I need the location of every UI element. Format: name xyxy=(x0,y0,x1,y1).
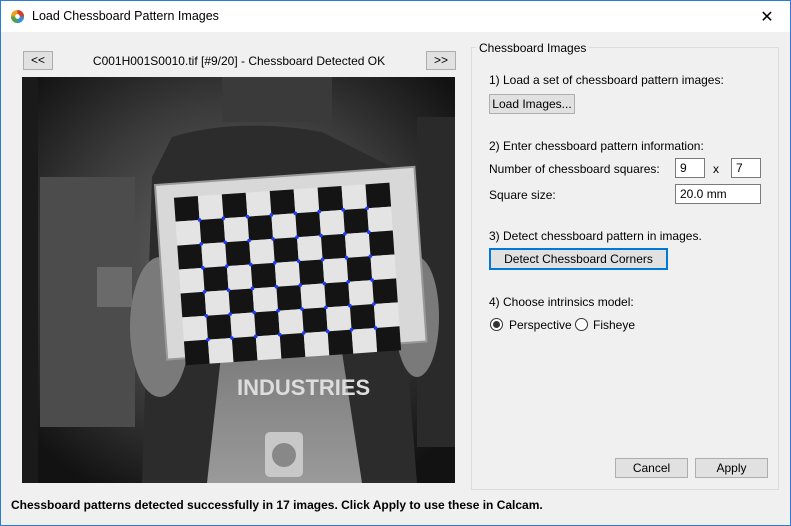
image-view[interactable]: INDUSTRIES xyxy=(22,77,455,483)
chessboard-square xyxy=(221,192,248,219)
chessboard-square xyxy=(344,232,371,258)
chessboard-square xyxy=(322,257,349,284)
chessboard-square xyxy=(375,326,402,352)
chessboard-square xyxy=(177,243,203,270)
image-caption: C001H001S0010.tif [#9/20] - Chessboard D… xyxy=(92,54,386,68)
chessboard-square xyxy=(341,184,368,210)
chessboard-square xyxy=(273,237,299,263)
chessboard-square xyxy=(254,310,280,337)
chessboard-square xyxy=(368,230,395,257)
chessboard-square xyxy=(247,214,274,241)
svg-text:INDUSTRIES: INDUSTRIES xyxy=(237,375,370,400)
cancel-button[interactable]: Cancel xyxy=(615,458,688,478)
chessboard-square xyxy=(207,338,234,364)
chessboard-square xyxy=(173,196,200,222)
chessboard-square xyxy=(269,189,296,215)
chessboard-square xyxy=(346,256,373,282)
window-title: Load Chessboard Pattern Images xyxy=(32,9,219,23)
chessboard-square xyxy=(183,339,210,366)
chessboard-square xyxy=(293,187,320,214)
chessboard-square xyxy=(303,331,330,357)
chessboard-square xyxy=(231,336,258,362)
chessboard-square xyxy=(197,194,224,220)
close-icon: ✕ xyxy=(760,8,774,26)
chessboard-square xyxy=(245,191,272,217)
load-images-button[interactable]: Load Images... xyxy=(489,94,575,114)
square-size-field[interactable]: 20.0 mm xyxy=(675,184,761,204)
chessboard-square xyxy=(327,329,354,356)
status-message: Chessboard patterns detected successfull… xyxy=(11,498,543,512)
perspective-label[interactable]: Perspective xyxy=(509,318,572,332)
chessboard-square xyxy=(372,278,398,305)
chessboard-square xyxy=(317,185,344,212)
previous-image-button[interactable]: << xyxy=(23,51,53,70)
chessboard-square xyxy=(249,238,275,265)
squares-x-field[interactable]: 9 xyxy=(675,158,705,178)
square-size-label: Square size: xyxy=(489,188,556,202)
chessboard-square xyxy=(373,302,400,328)
chessboard-square xyxy=(302,307,328,333)
chessboard-square xyxy=(370,254,397,281)
chessboard-square xyxy=(226,264,253,291)
perspective-radio[interactable] xyxy=(490,318,503,331)
detect-corners-button[interactable]: Detect Chessboard Corners xyxy=(489,248,668,270)
apply-button[interactable]: Apply xyxy=(695,458,768,478)
dialog-window: Load Chessboard Pattern Images ✕ << C001… xyxy=(0,0,791,526)
chessboard-image: INDUSTRIES xyxy=(22,77,455,483)
chessboard-square xyxy=(182,315,208,342)
chessboard-square xyxy=(319,209,345,236)
chessboard-square xyxy=(320,233,347,260)
chessboard-square xyxy=(324,281,350,308)
close-button[interactable]: ✕ xyxy=(744,1,790,32)
chessboard-square xyxy=(204,290,231,316)
chessboard-square xyxy=(206,314,232,340)
chessboard-square xyxy=(279,332,306,359)
chessboard-square xyxy=(295,211,321,238)
chessboard-square xyxy=(325,305,352,332)
chessboard-square xyxy=(351,327,378,354)
fisheye-label[interactable]: Fisheye xyxy=(593,318,635,332)
fisheye-radio[interactable] xyxy=(575,318,588,331)
chessboard-square xyxy=(228,288,255,315)
chessboard-square xyxy=(298,259,325,286)
chessboard-square xyxy=(274,261,301,287)
chessboard-square xyxy=(202,266,229,292)
chessboard-square xyxy=(300,283,326,310)
chessboard-square xyxy=(343,208,369,234)
chessboard-square xyxy=(230,312,256,339)
chessboard-square xyxy=(349,304,376,330)
chessboard-square xyxy=(367,206,393,233)
chessboard-square xyxy=(296,235,323,262)
group-title: Chessboard Images xyxy=(476,41,590,55)
chessboard-square xyxy=(178,267,205,294)
app-icon xyxy=(10,9,25,24)
chessboard-square xyxy=(250,262,277,289)
step3-label: 3) Detect chessboard pattern in images. xyxy=(489,229,702,243)
chessboard-square xyxy=(199,218,226,244)
title-bar: Load Chessboard Pattern Images ✕ xyxy=(1,1,790,32)
chessboard-square xyxy=(255,334,282,361)
chessboard-square xyxy=(180,291,207,318)
chessboard-square xyxy=(278,309,304,335)
step2-label: 2) Enter chessboard pattern information: xyxy=(489,139,704,153)
chessboard-square xyxy=(365,182,392,209)
squares-separator: x xyxy=(713,162,719,176)
next-image-button[interactable]: >> xyxy=(426,51,456,70)
squares-label: Number of chessboard squares: xyxy=(489,162,660,176)
chessboard-square xyxy=(252,286,279,313)
chessboard-square xyxy=(201,242,227,268)
chessboard-square xyxy=(348,280,374,306)
step4-label: 4) Choose intrinsics model: xyxy=(489,295,634,309)
chessboard-square xyxy=(225,240,251,267)
chessboard-square xyxy=(223,216,250,243)
chessboard-square xyxy=(271,213,297,239)
chessboard-square xyxy=(276,285,303,311)
squares-y-field[interactable]: 7 xyxy=(731,158,761,178)
step1-label: 1) Load a set of chessboard pattern imag… xyxy=(489,73,724,87)
chessboard-square xyxy=(175,219,202,246)
